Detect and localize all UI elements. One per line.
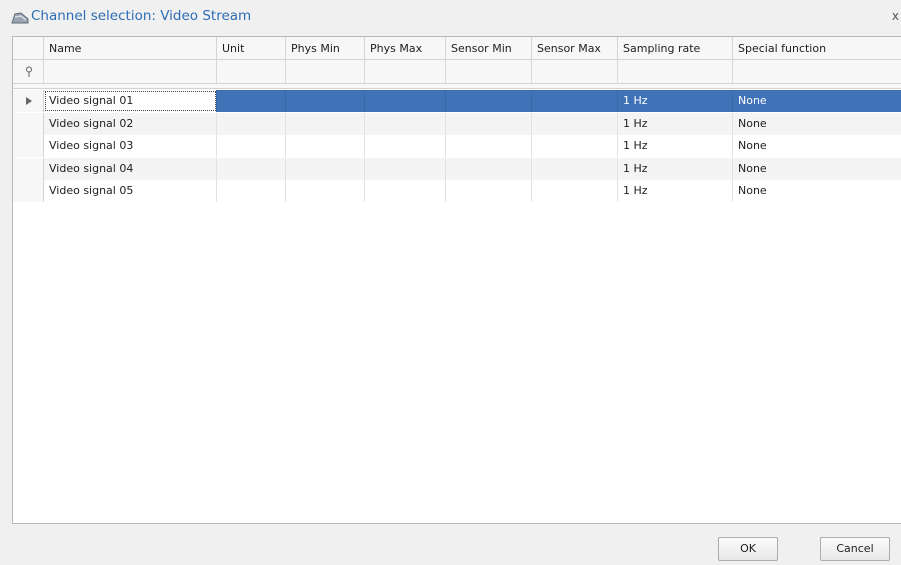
cell-sampling-rate[interactable]: 1 Hz [618,157,733,180]
cell-sensor-min[interactable] [446,90,532,112]
cell-phys-min[interactable] [286,180,365,202]
cell-sampling-rate[interactable]: 1 Hz [618,180,733,202]
cell-sensor-max[interactable] [532,112,618,135]
cell-unit[interactable] [217,112,286,135]
title-bar: Channel selection: Video Stream x [0,0,901,36]
filter-cell-unit[interactable] [217,60,286,83]
filter-cell-phys-min[interactable] [286,60,365,83]
header-separator [13,84,901,89]
table-row[interactable]: Video signal 04 1 Hz None [13,157,901,180]
cell-sampling-rate[interactable]: 1 Hz [618,135,733,157]
channel-grid: Name Unit Phys Min Phys Max Sensor Min Sensor… [12,36,901,524]
cell-sensor-max[interactable] [532,135,618,157]
header-corner [13,37,44,59]
row-indicator[interactable] [13,157,44,180]
table-row[interactable]: Video signal 05 1 Hz None [13,180,901,202]
cell-unit[interactable] [217,90,286,112]
ok-button[interactable]: OK [718,537,778,561]
column-header-sampling-rate[interactable]: Sampling rate [618,37,733,59]
cell-phys-max[interactable] [365,135,446,157]
cell-sensor-min[interactable] [446,180,532,202]
cell-phys-max[interactable] [365,90,446,112]
cell-unit[interactable] [217,135,286,157]
column-header-sensor-max[interactable]: Sensor Max [532,37,618,59]
filter-cell-special-function[interactable] [733,60,901,83]
row-indicator[interactable] [13,90,44,112]
window-title: Channel selection: Video Stream [31,8,252,24]
cell-sensor-min[interactable] [446,157,532,180]
filter-cell-sensor-min[interactable] [446,60,532,83]
cell-phys-max[interactable] [365,112,446,135]
grid-filter-row [13,60,901,84]
filter-cell-name[interactable] [44,60,217,83]
cell-name[interactable]: Video signal 03 [44,135,217,157]
column-header-phys-max[interactable]: Phys Max [365,37,446,59]
column-header-unit[interactable]: Unit [217,37,286,59]
cell-phys-min[interactable] [286,135,365,157]
cell-name[interactable]: Video signal 02 [44,112,217,135]
cell-unit[interactable] [217,180,286,202]
cell-unit[interactable] [217,157,286,180]
cell-name[interactable]: Video signal 05 [44,180,217,202]
cell-phys-max[interactable] [365,157,446,180]
cell-name[interactable]: Video signal 01 [44,90,217,112]
grid-header-row: Name Unit Phys Min Phys Max Sensor Min Sensor… [13,37,901,60]
cell-sensor-max[interactable] [532,180,618,202]
filter-pin-icon[interactable] [13,60,44,83]
cell-phys-min[interactable] [286,112,365,135]
table-row[interactable]: Video signal 01 1 Hz None [13,90,901,112]
triangle-right-icon [26,97,32,105]
table-row[interactable]: Video signal 03 1 Hz None [13,135,901,157]
cell-sensor-min[interactable] [446,135,532,157]
cell-sensor-max[interactable] [532,157,618,180]
cell-phys-min[interactable] [286,90,365,112]
row-indicator[interactable] [13,135,44,157]
filter-cell-sampling-rate[interactable] [618,60,733,83]
cell-special-function[interactable]: None [733,113,901,135]
row-indicator[interactable] [13,180,44,202]
column-header-special-function[interactable]: Special function [733,37,901,59]
cell-sensor-min[interactable] [446,112,532,135]
channel-folder-icon [11,12,29,24]
cell-special-function[interactable]: None [733,158,901,180]
cell-name[interactable]: Video signal 04 [44,157,217,180]
column-header-sensor-min[interactable]: Sensor Min [446,37,532,59]
table-row[interactable]: Video signal 02 1 Hz None [13,112,901,135]
cell-phys-min[interactable] [286,157,365,180]
cell-special-function[interactable]: None [733,135,901,157]
filter-cell-sensor-max[interactable] [532,60,618,83]
column-header-name[interactable]: Name [44,37,217,59]
close-icon[interactable]: x [892,9,899,23]
row-indicator[interactable] [13,112,44,135]
cell-phys-max[interactable] [365,180,446,202]
cell-sampling-rate[interactable]: 1 Hz [618,90,733,112]
cancel-button[interactable]: Cancel [820,537,890,561]
column-header-phys-min[interactable]: Phys Min [286,37,365,59]
cell-special-function[interactable]: None [733,90,901,112]
cell-sensor-max[interactable] [532,90,618,112]
filter-cell-phys-max[interactable] [365,60,446,83]
cell-special-function[interactable]: None [733,180,901,202]
cell-sampling-rate[interactable]: 1 Hz [618,112,733,135]
